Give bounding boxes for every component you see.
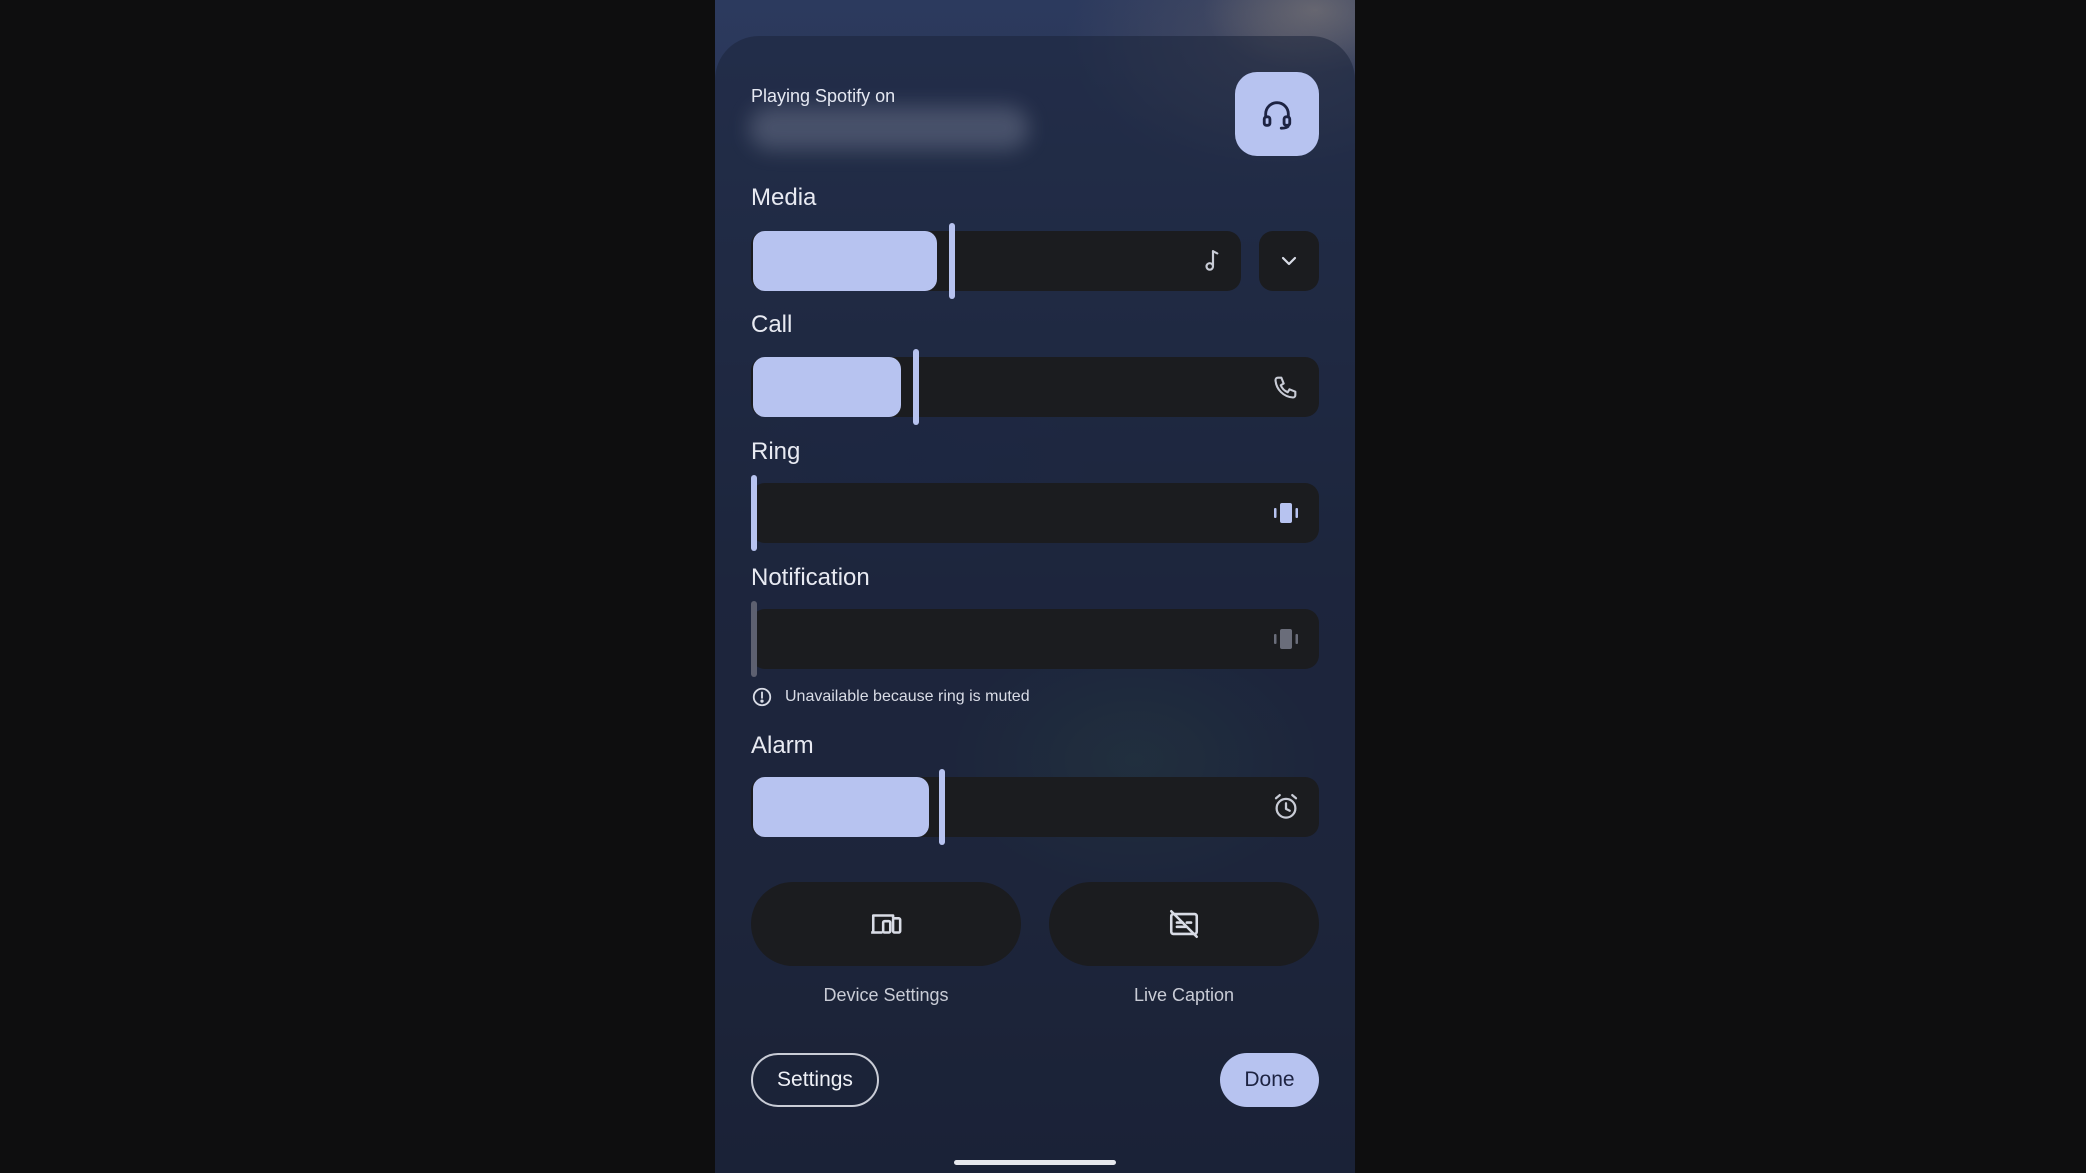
info-icon <box>752 687 772 707</box>
volume-panel-screen: Playing Spotify on Media Call Ring Notif… <box>715 0 1355 1173</box>
live-caption-off-icon <box>1169 909 1199 939</box>
device-settings-label: Device Settings <box>823 985 949 1005</box>
media-label: Media <box>751 184 817 211</box>
settings-button[interactable]: Settings <box>751 1053 879 1107</box>
home-indicator[interactable] <box>954 1160 1116 1165</box>
chevron-down-icon <box>1281 256 1297 266</box>
call-label: Call <box>751 311 793 338</box>
alarm-label: Alarm <box>751 732 814 759</box>
notification-thumb <box>751 601 757 677</box>
ring-muted-notice: Unavailable because ring is muted <box>751 686 1030 708</box>
media-fill <box>753 231 937 291</box>
ring-label: Ring <box>751 438 801 465</box>
output-device-button[interactable] <box>1235 72 1319 156</box>
device-settings-button[interactable] <box>751 882 1021 966</box>
device-name-redacted <box>749 106 1029 150</box>
notice-text: Unavailable because ring is muted <box>785 688 1030 705</box>
ring-thumb[interactable] <box>751 475 757 551</box>
headphones-icon <box>1262 101 1292 130</box>
notification-label: Notification <box>751 564 870 591</box>
expand-button[interactable] <box>1259 231 1319 291</box>
playing-on-title: Playing Spotify on <box>751 86 896 106</box>
alarm-fill <box>753 777 929 837</box>
ring-track[interactable] <box>751 483 1319 543</box>
phone-icon <box>1270 371 1302 403</box>
done-button[interactable]: Done <box>1220 1053 1319 1107</box>
media-thumb[interactable] <box>949 223 955 299</box>
alarm-icon <box>1270 791 1302 823</box>
alarm-thumb[interactable] <box>939 769 945 845</box>
vibrate-icon <box>1270 623 1302 655</box>
call-fill <box>753 357 901 417</box>
live-caption-label: Live Caption <box>1133 985 1235 1005</box>
vibrate-icon <box>1270 497 1302 529</box>
call-thumb[interactable] <box>913 349 919 425</box>
devices-icon <box>871 914 902 934</box>
notification-track <box>751 609 1319 669</box>
live-caption-button[interactable] <box>1049 882 1319 966</box>
music-note-icon <box>1197 245 1229 277</box>
